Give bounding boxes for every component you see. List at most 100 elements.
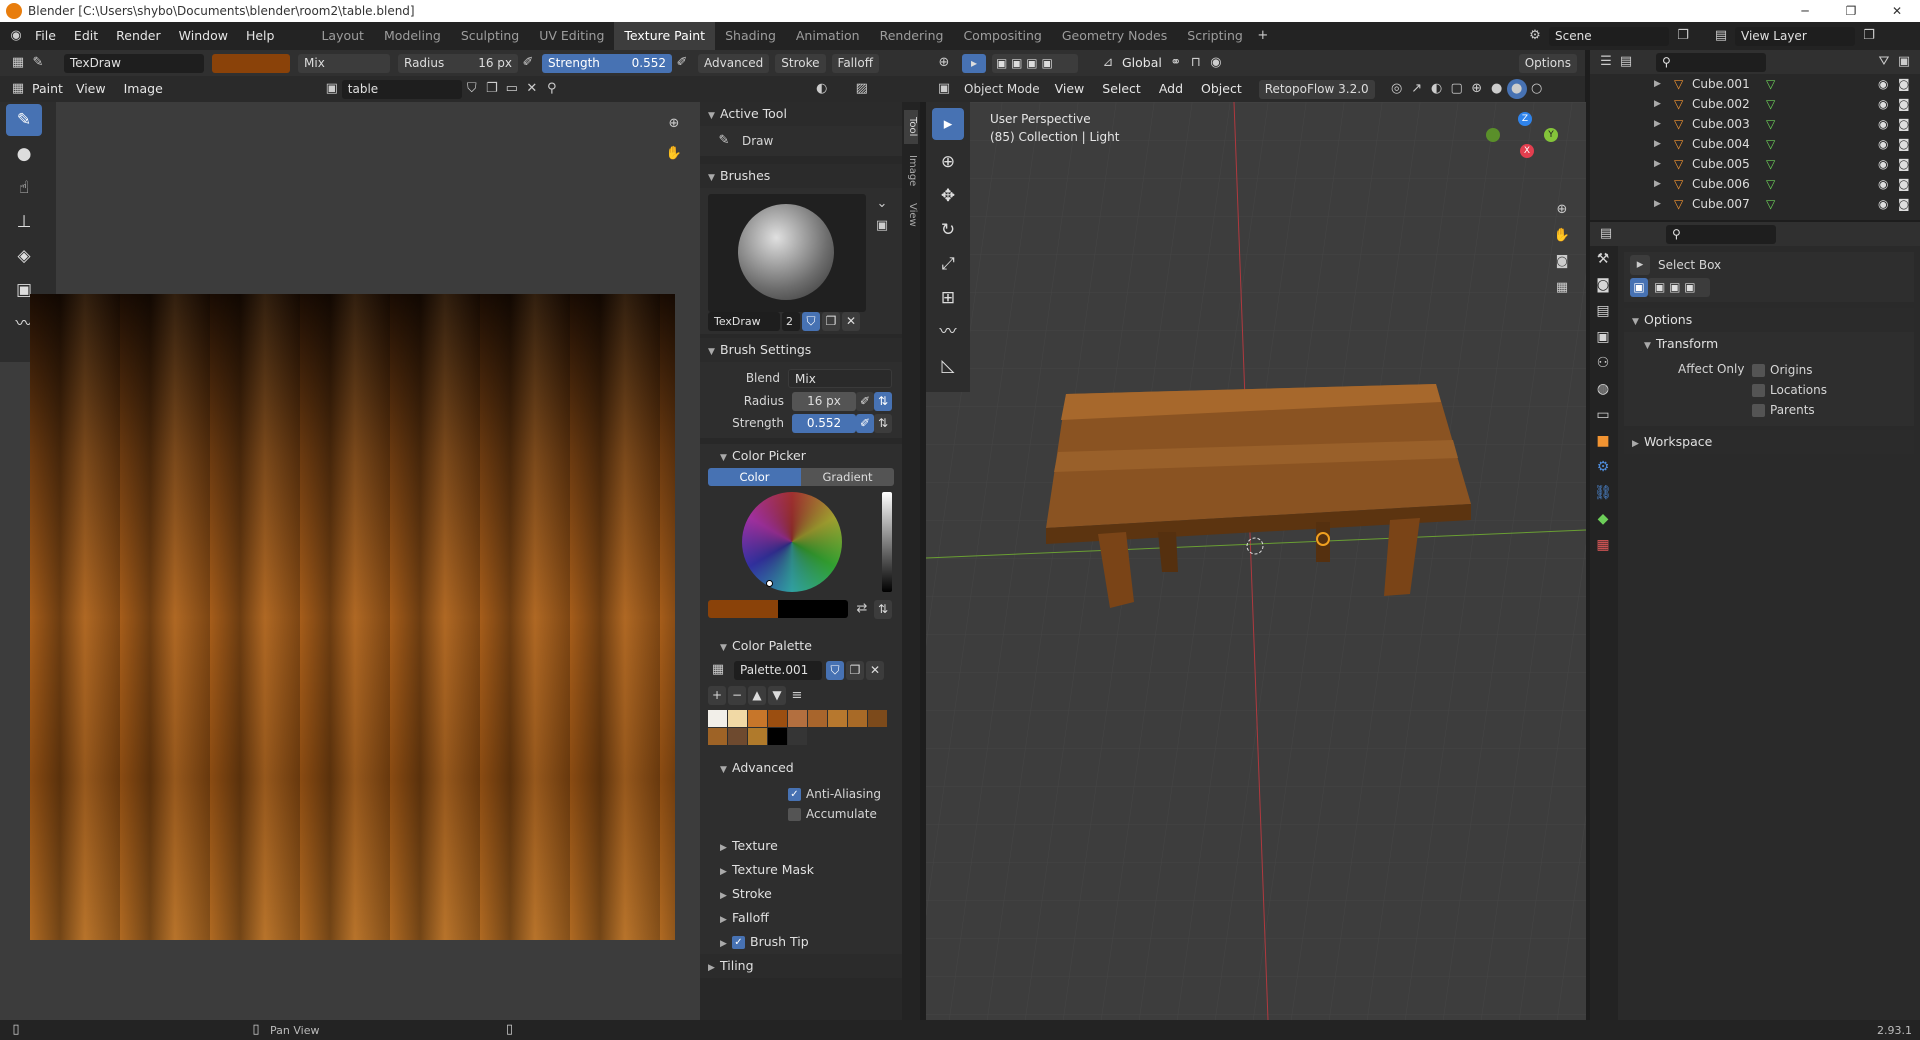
menu-view[interactable]: View: [67, 75, 115, 103]
output-tab-icon[interactable]: ▤: [1590, 298, 1616, 324]
options-dropdown[interactable]: Options: [1518, 53, 1577, 73]
visibility-eye-icon[interactable]: ◉: [1878, 134, 1888, 154]
clone-tool-button[interactable]: ⊥: [6, 206, 42, 238]
advanced-dropdown[interactable]: Advanced: [698, 53, 770, 73]
orientation-dropdown[interactable]: Global: [1118, 49, 1166, 77]
brush-settings-header[interactable]: ▼ Brush Settings: [700, 338, 902, 362]
visibility-icon[interactable]: ◎: [1387, 79, 1407, 99]
wireframe-shading-icon[interactable]: ⊕: [1467, 79, 1487, 99]
brush-unlink-icon[interactable]: ✕: [842, 312, 860, 331]
scene-icon[interactable]: ⚙: [1525, 26, 1545, 46]
properties-search[interactable]: ⚲: [1666, 224, 1776, 244]
falloff-panel-header[interactable]: ▶ Falloff: [700, 906, 902, 930]
select-box-tool[interactable]: ▸: [932, 108, 964, 140]
image-editor-canvas[interactable]: ✎ ● ☝ ⊥ ◈ ▣ 〰 ⊕ ✋: [0, 102, 700, 1020]
palette-swatch[interactable]: [788, 728, 807, 745]
material-shading-icon[interactable]: ●: [1506, 79, 1527, 99]
brushes-header[interactable]: ▼ Brushes: [700, 164, 902, 188]
filter-icon[interactable]: ⛛: [1874, 52, 1894, 72]
gizmo-y-axis[interactable]: Y: [1544, 128, 1558, 142]
display-mode-icon[interactable]: ▤: [1616, 52, 1636, 72]
strength-unified-icon[interactable]: ⇅: [874, 413, 892, 433]
overlay-icon[interactable]: ◐: [1427, 79, 1447, 99]
measure-tool[interactable]: ◺: [932, 350, 964, 382]
object-tab-icon[interactable]: ■: [1590, 428, 1616, 454]
tiling-header[interactable]: ▶ Tiling: [700, 954, 902, 978]
menu-edit[interactable]: Edit: [65, 22, 107, 50]
cursor-tool[interactable]: ⊕: [932, 146, 964, 178]
tab-modeling[interactable]: Modeling: [374, 22, 451, 50]
palette-remove-icon[interactable]: −: [728, 686, 746, 705]
strength-field[interactable]: 0.552: [792, 413, 856, 433]
add-workspace-icon[interactable]: +: [1253, 26, 1273, 46]
image-browse-icon[interactable]: ▣: [322, 79, 342, 99]
outliner-item[interactable]: ▶ ▽ Cube.007 ▽ ◉ ◙: [1590, 194, 1920, 214]
palette-browse-icon[interactable]: ▦: [708, 660, 728, 680]
palette-swatch[interactable]: [748, 728, 767, 745]
palette-name-field[interactable]: Palette.001: [734, 661, 822, 680]
zoom-icon[interactable]: ⊕: [664, 114, 684, 134]
falloff-dropdown[interactable]: Falloff: [831, 53, 879, 73]
3d-viewport[interactable]: ▸ ⊕ ✥ ↻ ⤢ ⊞ 〰 ◺ User Perspective (85) Co…: [926, 102, 1586, 1020]
strength-slider[interactable]: Strength 0.552: [542, 53, 672, 73]
advanced-header[interactable]: ▼ Advanced: [700, 756, 902, 780]
color-wheel[interactable]: [742, 492, 842, 592]
visibility-eye-icon[interactable]: ◉: [1878, 114, 1888, 134]
gizmo-icon[interactable]: ↗: [1407, 79, 1427, 99]
gizmo-x-axis[interactable]: X: [1520, 144, 1534, 158]
tab-layout[interactable]: Layout: [311, 22, 374, 50]
restore-button[interactable]: ❐: [1828, 0, 1874, 22]
select-box-icon[interactable]: ▸: [962, 53, 986, 73]
brush-image-icon[interactable]: ▣: [872, 216, 892, 236]
close-button[interactable]: ✕: [1874, 0, 1920, 22]
new-image-icon[interactable]: ❐: [482, 79, 502, 99]
tab-image[interactable]: Image: [904, 152, 918, 190]
visibility-eye-icon[interactable]: ◉: [1878, 194, 1888, 214]
tab-scripting[interactable]: Scripting: [1177, 22, 1253, 50]
viewport-menu-object[interactable]: Object: [1192, 75, 1251, 103]
stroke-panel-header[interactable]: ▶ Stroke: [700, 882, 902, 906]
navigation-gizmo[interactable]: Z Y X: [1466, 110, 1558, 190]
soften-tool-button[interactable]: ●: [6, 138, 42, 170]
minimize-button[interactable]: ─: [1782, 0, 1828, 22]
palette-sort-icon[interactable]: ≡: [788, 686, 806, 706]
accumulate-checkbox[interactable]: Accumulate: [788, 804, 902, 824]
tab-rendering[interactable]: Rendering: [870, 22, 954, 50]
modifiers-tab-icon[interactable]: ⚙: [1590, 454, 1616, 480]
constraints-tab-icon[interactable]: ⛓: [1590, 480, 1616, 506]
move-tool[interactable]: ✥: [932, 180, 964, 212]
render-camera-icon[interactable]: ◙: [1898, 74, 1910, 94]
origins-checkbox[interactable]: Origins: [1752, 360, 1813, 380]
editor-type-icon[interactable]: ▦: [8, 53, 28, 73]
blender-menu-icon[interactable]: ◉: [6, 26, 26, 46]
transform-panel-header[interactable]: ▼ Transform: [1624, 332, 1914, 356]
radius-slider[interactable]: Radius 16 px: [398, 53, 518, 73]
expand-icon[interactable]: ▶: [1654, 74, 1661, 94]
color-picker-header[interactable]: ▼ Color Picker: [700, 444, 902, 468]
menu-help[interactable]: Help: [237, 22, 284, 50]
unlink-image-icon[interactable]: ✕: [522, 79, 542, 99]
palette-swatch[interactable]: [768, 728, 787, 745]
world-tab-icon[interactable]: ◍: [1590, 376, 1616, 402]
collection-tab-icon[interactable]: ▭: [1590, 402, 1616, 428]
view-layer-field[interactable]: View Layer: [1735, 26, 1855, 46]
radius-field[interactable]: 16 px: [792, 391, 856, 411]
expand-icon[interactable]: ▶: [1654, 194, 1661, 214]
pin-icon[interactable]: ⚲: [542, 79, 562, 99]
value-slider[interactable]: [882, 492, 892, 592]
select-mode-buttons[interactable]: ▣ ▣ ▣ ▣: [1624, 278, 1914, 302]
expand-icon[interactable]: ▶: [1654, 174, 1661, 194]
unified-color-icon[interactable]: ⇅: [874, 600, 892, 619]
expand-icon[interactable]: ▶: [1654, 134, 1661, 154]
palette-swatch[interactable]: [728, 710, 747, 727]
palette-swatch[interactable]: [748, 710, 767, 727]
palette-swatch[interactable]: [848, 710, 867, 727]
properties-editor-icon[interactable]: ▤: [1596, 224, 1616, 244]
brush-tip-panel-header[interactable]: ▶ ✓ Brush Tip: [700, 930, 902, 954]
camera-view-icon[interactable]: ◙: [1552, 252, 1572, 272]
palette-duplicate-icon[interactable]: ❐: [846, 661, 864, 680]
outliner-item[interactable]: ▶ ▽ Cube.006 ▽ ◉ ◙: [1590, 174, 1920, 194]
snap-icon[interactable]: ⊓: [1186, 53, 1206, 73]
pivot-icon[interactable]: ⚭: [1166, 53, 1186, 73]
viewport-menu-select[interactable]: Select: [1093, 75, 1150, 103]
